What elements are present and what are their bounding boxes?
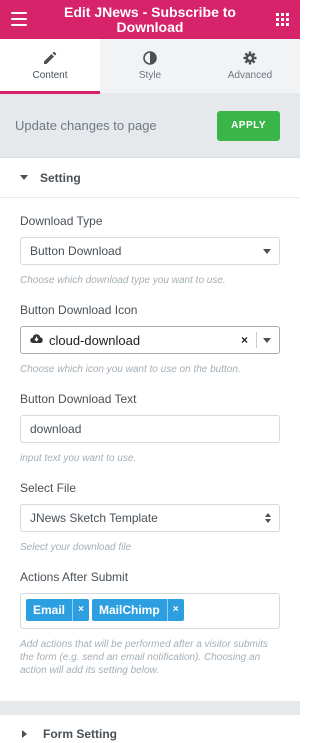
chip-email: Email × bbox=[26, 599, 90, 621]
updown-arrows-icon bbox=[265, 513, 271, 523]
tab-advanced-label: Advanced bbox=[227, 70, 273, 81]
actions-help: Add actions that will be performed after… bbox=[20, 639, 268, 676]
download-icon-value: cloud-download bbox=[49, 332, 141, 348]
pencil-icon bbox=[43, 51, 57, 65]
panel-header: Edit JNews - Subscribe to Download bbox=[0, 0, 300, 39]
select-file-help: Select your download file bbox=[20, 542, 132, 553]
actions-label: Actions After Submit bbox=[20, 570, 129, 584]
hamburger-icon[interactable] bbox=[11, 12, 27, 26]
chip-mailchimp: MailChimp × bbox=[92, 599, 184, 621]
download-text-help: input text you want to use. bbox=[20, 453, 137, 464]
select-file-value: JNews Sketch Template bbox=[30, 511, 158, 525]
download-type-select[interactable]: Button Download bbox=[20, 237, 280, 265]
caret-down-icon bbox=[20, 175, 28, 180]
tab-style-label: Style bbox=[138, 70, 162, 81]
panel-title: Edit JNews - Subscribe to Download bbox=[64, 3, 236, 35]
download-type-label: Download Type bbox=[20, 214, 103, 228]
download-icon-select[interactable]: cloud-download × bbox=[20, 326, 280, 354]
download-text-input[interactable] bbox=[20, 415, 280, 443]
tab-content[interactable]: Content bbox=[0, 39, 100, 94]
chevron-down-icon bbox=[263, 337, 271, 343]
setting-controls: Download Type Button Download Choose whi… bbox=[0, 214, 300, 677]
download-icon-label: Button Download Icon bbox=[20, 303, 138, 317]
divider bbox=[256, 332, 257, 348]
actions-multiselect[interactable]: Email × MailChimp × bbox=[20, 593, 280, 629]
grid-icon[interactable] bbox=[276, 13, 289, 26]
chip-mailchimp-label: MailChimp bbox=[99, 603, 160, 617]
tab-content-label: Content bbox=[32, 70, 68, 81]
select-file-label: Select File bbox=[20, 481, 77, 495]
remove-mailchimp-icon[interactable]: × bbox=[166, 599, 184, 621]
apply-button[interactable]: APPLY bbox=[217, 110, 280, 141]
tab-advanced[interactable]: Advanced bbox=[200, 39, 300, 93]
download-icon-help: Choose which icon you want to use on the… bbox=[20, 364, 241, 375]
section-form-setting-header[interactable]: Form Setting bbox=[0, 714, 300, 743]
remove-email-icon[interactable]: × bbox=[72, 599, 89, 621]
chevron-down-icon bbox=[263, 248, 271, 254]
chip-email-label: Email bbox=[33, 603, 66, 617]
gear-icon bbox=[243, 51, 257, 65]
download-type-help: Choose which download type you want to u… bbox=[20, 275, 226, 286]
tab-style[interactable]: Style bbox=[100, 39, 200, 93]
panel-tabs: Content Style Advanced bbox=[0, 39, 300, 94]
section-form-title: Form Setting bbox=[43, 727, 117, 741]
cloud-download-icon bbox=[30, 333, 43, 347]
section-setting-header[interactable]: Setting bbox=[0, 158, 300, 198]
section-setting-title: Setting bbox=[40, 170, 81, 185]
download-text-label: Button Download Text bbox=[20, 392, 137, 406]
update-bar: Update changes to page APPLY bbox=[0, 94, 300, 158]
section-separator bbox=[0, 701, 300, 714]
clear-icon[interactable]: × bbox=[241, 333, 248, 347]
half-circle-icon bbox=[143, 51, 157, 65]
update-text: Update changes to page bbox=[15, 118, 157, 133]
select-file-select[interactable]: JNews Sketch Template bbox=[20, 504, 280, 532]
download-type-value: Button Download bbox=[30, 244, 122, 258]
caret-right-icon bbox=[22, 730, 27, 738]
